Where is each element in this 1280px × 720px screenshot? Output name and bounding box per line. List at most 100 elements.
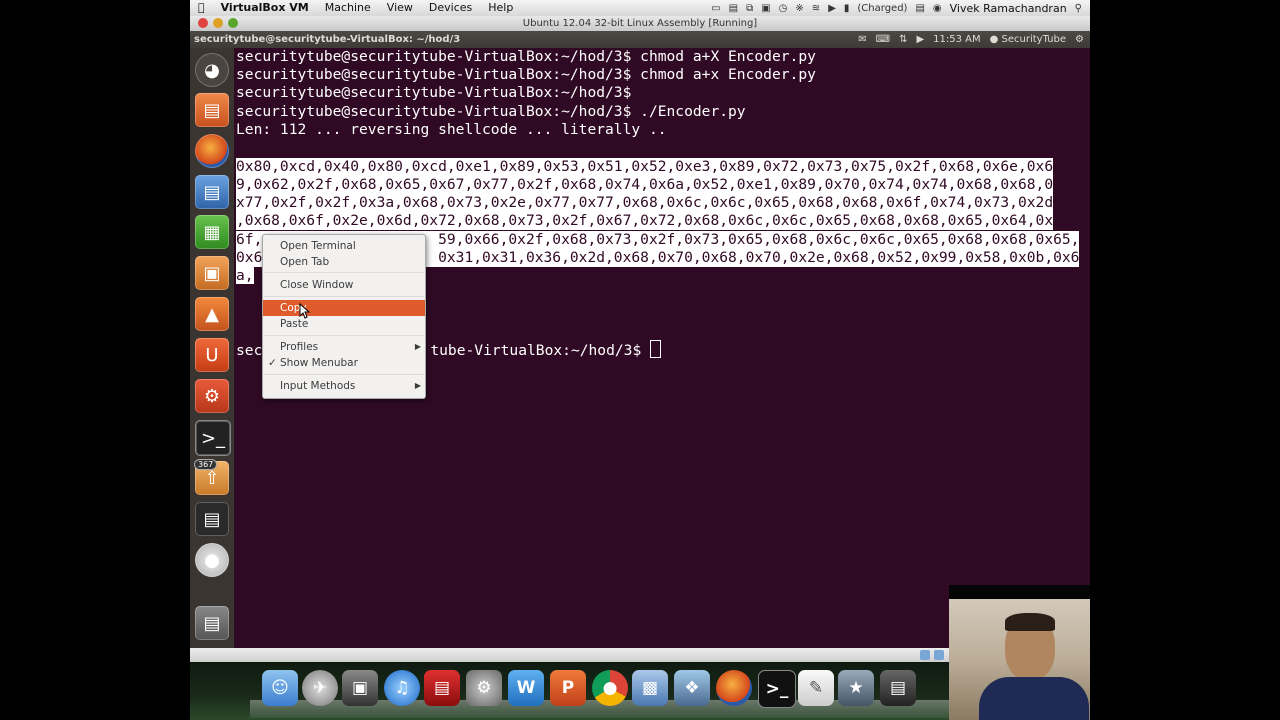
submenu-arrow-icon: ▶	[414, 342, 421, 351]
preview-icon[interactable]: ❖	[674, 670, 710, 706]
menu-item-paste[interactable]: Paste	[263, 316, 425, 332]
usb-status-icon[interactable]	[934, 650, 944, 660]
menu-machine[interactable]: Machine	[317, 0, 379, 16]
chrome-icon[interactable]: ●	[592, 670, 628, 706]
user-icon[interactable]: ◉	[933, 3, 942, 14]
menu-item-open-tab[interactable]: Open Tab	[263, 254, 425, 270]
menubar-tray: ▭ ▤ ⧉ ▣ ◷ ※ ≋ ▶ ▮ (Charged) ▤ ◉ Vivek Ra…	[711, 2, 1090, 15]
menu-item-show-menubar-label: Show Menubar	[280, 357, 358, 369]
update-count-badge: 367	[194, 459, 218, 470]
zoom-window-icon[interactable]	[228, 18, 238, 28]
volume-icon[interactable]: ▶	[916, 34, 924, 45]
menu-item-copy[interactable]: Copy	[263, 300, 425, 316]
selected-shellcode-line[interactable]: ,0x68,0x6f,0x2e,0x6d,0x72,0x68,0x73,0x2f…	[236, 212, 1054, 230]
imovie-icon[interactable]: ★	[838, 670, 874, 706]
menu-separator	[264, 374, 424, 375]
finder-icon[interactable]: ☺	[262, 670, 298, 706]
prompt-prefix: sec	[236, 342, 263, 359]
system-settings-icon[interactable]: ⚙	[195, 379, 229, 413]
menu-item-close-window[interactable]: Close Window	[263, 277, 425, 293]
menu-help[interactable]: Help	[480, 0, 521, 16]
terminal-line: securitytube@securitytube-VirtualBox:~/h…	[236, 66, 816, 83]
selected-shellcode-line[interactable]: 9,0x62,0x2f,0x68,0x65,0x67,0x77,0x2f,0x6…	[236, 176, 1054, 194]
files-icon[interactable]: ▤	[195, 93, 229, 127]
network-icon[interactable]: ⇅	[899, 34, 907, 45]
menu-item-show-menubar[interactable]: ✓ Show Menubar	[263, 355, 425, 371]
flash-video-icon[interactable]: ▤	[424, 670, 460, 706]
menu-devices[interactable]: Devices	[421, 0, 480, 16]
workspace-switcher-icon[interactable]: ▤	[195, 502, 229, 536]
gear-icon[interactable]: ⚙	[1075, 34, 1084, 45]
close-window-icon[interactable]	[198, 18, 208, 28]
menu-item-open-terminal[interactable]: Open Terminal	[263, 238, 425, 254]
menu-separator	[264, 296, 424, 297]
webcam-overlay	[949, 585, 1090, 720]
user-name[interactable]: Vivek Ramachandran	[950, 2, 1067, 15]
app-menu[interactable]: VirtualBox VM	[213, 0, 317, 16]
software-center-icon[interactable]: ▲	[195, 297, 229, 331]
terminal-icon[interactable]: >_	[195, 420, 231, 456]
terminal-line: Len: 112 ... reversing shellcode ... lit…	[236, 121, 667, 138]
calc-icon[interactable]: ▦	[195, 215, 229, 249]
ubuntu-top-panel: securitytube@securitytube-VirtualBox: ~/…	[190, 31, 1090, 48]
virtualbox-icon[interactable]: ▩	[632, 670, 668, 706]
notes-icon[interactable]: ▤	[729, 3, 738, 14]
battery-icon[interactable]: ▮	[844, 3, 850, 14]
textedit-icon[interactable]: ✎	[798, 670, 834, 706]
firefox-icon[interactable]	[195, 134, 229, 168]
screen-recording-icon[interactable]: ▤	[880, 670, 916, 706]
copy-icon[interactable]: ⧉	[746, 3, 753, 14]
mac-menubar:  VirtualBox VM Machine View Devices Hel…	[190, 0, 1090, 17]
writer-icon[interactable]: ▤	[195, 175, 229, 209]
terminal-icon[interactable]: >_	[758, 670, 796, 708]
volume-icon[interactable]: ▶	[828, 3, 836, 14]
selected-shellcode-tail: a,	[236, 267, 254, 284]
spotlight-icon[interactable]: ⚲	[1075, 3, 1082, 14]
menu-separator	[264, 272, 424, 273]
menu-view[interactable]: View	[379, 0, 421, 16]
mouse-pointer-icon	[299, 303, 311, 319]
keyboard-icon[interactable]: ⌨	[876, 34, 890, 45]
terminal-cursor	[650, 340, 662, 358]
trash-icon[interactable]: ▤	[195, 606, 229, 640]
menu-item-profiles[interactable]: Profiles ▶	[263, 339, 425, 355]
selected-shellcode-line[interactable]: a,	[236, 267, 254, 285]
menu-item-input-methods[interactable]: Input Methods ▶	[263, 378, 425, 394]
itunes-icon[interactable]: ♫	[384, 670, 420, 706]
submenu-arrow-icon: ▶	[414, 381, 421, 390]
prompt-suffix: tube-VirtualBox:~/hod/3$	[430, 342, 651, 359]
network-status-icon[interactable]	[920, 650, 930, 660]
system-preferences-icon[interactable]: ⚙	[466, 670, 502, 706]
bluetooth-icon[interactable]: ※	[795, 3, 803, 14]
input-menu-icon[interactable]: ▤	[915, 3, 924, 14]
presenter-shirt	[979, 677, 1089, 720]
word-icon[interactable]: W	[508, 670, 544, 706]
vbox-window-titlebar: Ubuntu 12.04 32-bit Linux Assembly [Runn…	[190, 16, 1090, 32]
minimize-window-icon[interactable]	[213, 18, 223, 28]
ubuntu-one-icon[interactable]: U	[195, 338, 229, 372]
selected-shellcode-line[interactable]: x77,0x2f,0x2f,0x3a,0x68,0x73,0x2e,0x77,0…	[236, 194, 1054, 212]
launchpad-icon[interactable]: ✈	[302, 670, 338, 706]
menu-separator	[264, 335, 424, 336]
webcam-top-bar	[949, 585, 1090, 599]
wifi-icon[interactable]: ≋	[812, 3, 820, 14]
dash-home-icon[interactable]: ◕	[195, 53, 229, 87]
dvd-icon[interactable]: ●	[195, 543, 229, 577]
selected-shellcode-line[interactable]: 0x80,0xcd,0x40,0x80,0xcd,0xe1,0x89,0x53,…	[236, 158, 1054, 176]
impress-icon[interactable]: ▣	[195, 256, 229, 290]
powerpoint-icon[interactable]: P	[550, 670, 586, 706]
menu-item-profiles-label: Profiles	[280, 341, 319, 353]
apple-menu-icon[interactable]: 	[190, 0, 213, 16]
user-indicator-name: SecurityTube	[1001, 34, 1067, 45]
dropbox-icon[interactable]: ▭	[711, 3, 720, 14]
photo-booth-icon[interactable]: ▣	[342, 670, 378, 706]
screen-icon[interactable]: ▣	[761, 3, 770, 14]
clock-icon[interactable]: ◷	[779, 3, 788, 14]
mail-icon[interactable]: ✉	[858, 34, 866, 45]
user-indicator[interactable]: ● SecurityTube	[990, 34, 1066, 45]
firefox-icon[interactable]	[716, 670, 752, 706]
presenter-hair	[1005, 613, 1055, 631]
terminal-context-menu: Open Terminal Open Tab Close Window Copy…	[262, 234, 426, 399]
battery-status: (Charged)	[857, 2, 908, 14]
clock[interactable]: 11:53 AM	[933, 34, 980, 45]
